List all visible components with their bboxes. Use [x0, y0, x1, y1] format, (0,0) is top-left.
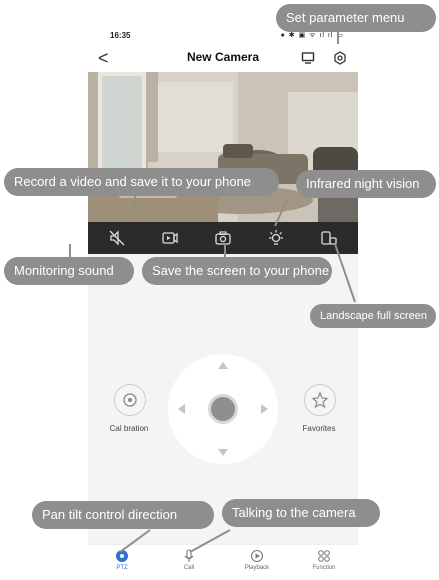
nav-item-call[interactable]: Call: [164, 549, 214, 571]
ptz-icon: [115, 549, 129, 563]
nav-label-call: Call: [183, 565, 195, 571]
camera-toolbar: [88, 222, 358, 254]
room-scene-image: [88, 72, 358, 222]
callout-save-screen: Save the screen to your phone: [142, 257, 332, 285]
calibration-button[interactable]: [114, 384, 146, 416]
monitor-icon[interactable]: [301, 51, 315, 65]
nav-item-ptz[interactable]: PTZ: [97, 549, 147, 571]
joystick-knob[interactable]: [208, 394, 238, 424]
gear-icon[interactable]: [333, 51, 347, 65]
arrow-down-icon[interactable]: [218, 449, 228, 456]
star-icon: [311, 391, 329, 409]
arrow-left-icon[interactable]: [178, 404, 185, 414]
status-indicators: ● ✱ ▣ ᯤ ıl ıl ▭: [280, 32, 344, 39]
page-title: New Camera: [186, 50, 260, 64]
mute-icon[interactable]: [108, 229, 126, 247]
phone-screen: 16:35 ● ✱ ▣ ᯤ ıl ıl ▭ < New Camera Cal b…: [88, 28, 358, 580]
nav-label-ptz: PTZ: [116, 565, 128, 571]
ptz-joystick[interactable]: [168, 354, 278, 464]
callout-talking: Talking to the camera: [222, 499, 380, 527]
record-icon[interactable]: [161, 229, 179, 247]
playback-icon: [250, 549, 264, 563]
arrow-right-icon[interactable]: [261, 404, 268, 414]
callout-monitoring-sound: Monitoring sound: [4, 257, 134, 285]
camera-icon[interactable]: [214, 229, 232, 247]
callout-record-video: Record a video and save it to your phone: [4, 168, 279, 196]
callout-pan-tilt: Pan tilt control direction: [32, 501, 214, 529]
callout-landscape: Landscape full screen: [310, 304, 436, 328]
calibration-icon: [123, 393, 137, 407]
camera-live-view[interactable]: [88, 72, 358, 222]
favorites-label: Favorites: [302, 424, 336, 433]
nav-item-playback[interactable]: Playback: [232, 549, 282, 571]
arrow-up-icon[interactable]: [218, 362, 228, 369]
microphone-icon: [182, 549, 196, 563]
app-header: < New Camera: [88, 46, 358, 72]
nav-label-playback: Playback: [244, 565, 270, 571]
grid-icon: [317, 549, 331, 563]
callout-infrared: Infrared night vision: [296, 170, 436, 198]
nav-label-function: Function: [312, 565, 336, 571]
favorites-button[interactable]: [304, 384, 336, 416]
callout-set-parameter: Set parameter menu: [276, 4, 436, 32]
night-vision-icon[interactable]: [267, 229, 285, 247]
fullscreen-icon[interactable]: [320, 229, 338, 247]
calibration-label: Cal bration: [109, 424, 149, 433]
bottom-nav: PTZ Call Playback Function: [88, 544, 358, 580]
status-time: 16:35: [110, 31, 131, 40]
nav-item-function[interactable]: Function: [299, 549, 349, 571]
